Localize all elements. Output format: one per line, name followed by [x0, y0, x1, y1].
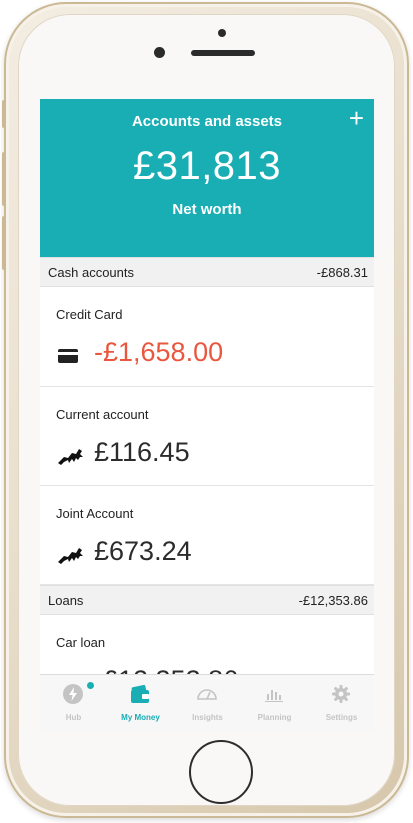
tab-label: My Money	[121, 713, 160, 722]
page-title: Accounts and assets	[131, 113, 283, 130]
tab-my-money[interactable]: My Money	[107, 675, 174, 732]
account-name: Current account	[56, 407, 149, 422]
gauge-icon	[196, 683, 218, 705]
app-screen: Accounts and assets + £31,813 Net worth …	[40, 99, 374, 732]
account-balance: £116.45	[94, 437, 190, 467]
wallet-icon	[129, 683, 151, 705]
net-worth-header: Accounts and assets + £31,813 Net worth	[40, 99, 374, 257]
bar-chart-icon	[263, 683, 285, 705]
section-total: -£868.31	[316, 265, 368, 280]
tab-planning[interactable]: Planning	[241, 675, 308, 732]
volume-up-button	[2, 152, 6, 206]
tab-label: Planning	[257, 713, 292, 722]
account-row-joint-account[interactable]: Joint Account £673.24	[40, 486, 374, 585]
tab-hub[interactable]: Hub	[40, 675, 107, 732]
plus-icon[interactable]: +	[349, 105, 364, 131]
mute-switch	[2, 100, 6, 128]
home-button[interactable]	[189, 740, 253, 804]
volume-down-button	[2, 216, 6, 270]
section-header-loans: Loans -£12,353.86	[40, 585, 374, 615]
net-worth-label: Net worth	[172, 201, 242, 218]
section-title: Cash accounts	[48, 265, 134, 280]
proximity-sensor	[154, 47, 165, 58]
black-horse-icon	[56, 544, 84, 566]
section-total: -£12,353.86	[298, 593, 368, 608]
account-name: Credit Card	[56, 307, 123, 322]
account-name: Car loan	[56, 635, 106, 650]
tab-label: Settings	[325, 713, 358, 722]
account-balance: £673.24	[94, 536, 192, 566]
notification-badge	[87, 682, 94, 689]
account-balance: -£1,658.00	[94, 337, 224, 367]
account-row-credit-card[interactable]: Credit Card -£1,658.00	[40, 287, 374, 387]
net-worth-amount: £31,813	[132, 144, 282, 188]
account-name: Joint Account	[56, 506, 134, 521]
front-camera	[218, 29, 226, 37]
tab-bar: Hub My Money Insights Planning Settings	[40, 674, 374, 732]
lightning-icon	[62, 683, 84, 705]
gear-icon	[330, 683, 352, 705]
tab-settings[interactable]: Settings	[308, 675, 374, 732]
section-header-cash-accounts: Cash accounts -£868.31	[40, 257, 374, 287]
tab-label: Hub	[65, 713, 82, 722]
tab-label: Insights	[192, 713, 223, 722]
account-row-current-account[interactable]: Current account £116.45	[40, 387, 374, 486]
credit-card-icon	[56, 345, 84, 367]
earpiece-speaker	[191, 50, 255, 56]
black-horse-icon	[56, 445, 84, 467]
tab-insights[interactable]: Insights	[174, 675, 241, 732]
section-title: Loans	[48, 593, 84, 608]
